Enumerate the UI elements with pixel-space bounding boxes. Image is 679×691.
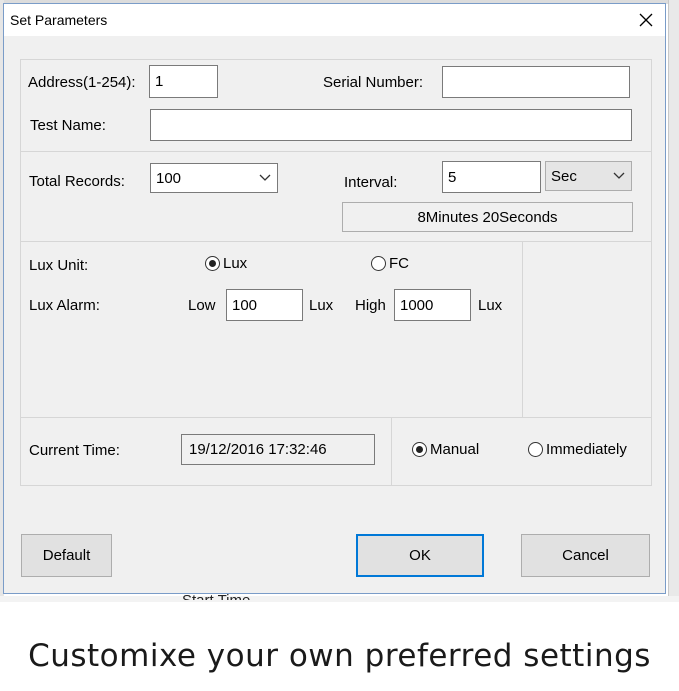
interval-label: Interval: xyxy=(344,174,398,191)
interval-unit-select[interactable]: Sec xyxy=(545,161,632,191)
time-group-divider xyxy=(391,417,392,486)
lux-unit-option-lux: Lux xyxy=(223,255,248,272)
lux-unit-radio-lux[interactable]: Lux xyxy=(205,255,247,272)
radio-unselected-icon xyxy=(528,442,543,457)
mode-option-manual: Manual xyxy=(430,441,480,458)
duration-readout: 8Minutes 20Seconds xyxy=(342,202,633,232)
radio-selected-icon xyxy=(412,442,427,457)
radio-unselected-icon xyxy=(371,256,386,271)
background-window-edge-right xyxy=(668,0,679,600)
high-alarm-input[interactable] xyxy=(394,289,471,321)
ok-button[interactable]: OK xyxy=(356,534,484,577)
high-alarm-unit: Lux xyxy=(478,297,503,314)
total-records-value: 100 xyxy=(156,169,182,187)
mode-radio-immediately[interactable]: Immediately xyxy=(528,441,627,458)
promo-caption: Customixe your own preferred settings xyxy=(28,638,651,674)
radio-selected-icon xyxy=(205,256,220,271)
lux-settings-group xyxy=(20,241,652,418)
low-alarm-input[interactable] xyxy=(226,289,303,321)
lux-unit-option-fc: FC xyxy=(389,255,409,272)
background-window-bottom xyxy=(0,596,679,602)
total-records-select[interactable]: 100 xyxy=(150,163,278,193)
interval-input[interactable] xyxy=(442,161,541,193)
test-name-input[interactable] xyxy=(150,109,632,141)
lux-unit-label: Lux Unit: xyxy=(29,257,89,274)
set-parameters-dialog: Set Parameters Address(1-254): Serial Nu… xyxy=(3,3,666,594)
low-alarm-unit: Lux xyxy=(309,297,334,314)
default-button[interactable]: Default xyxy=(21,534,112,577)
total-records-label: Total Records: xyxy=(29,173,125,190)
lux-alarm-label: Lux Alarm: xyxy=(29,297,100,314)
address-input[interactable] xyxy=(149,65,218,98)
serial-number-input[interactable] xyxy=(442,66,630,98)
cancel-button[interactable]: Cancel xyxy=(521,534,650,577)
dialog-titlebar: Set Parameters xyxy=(4,4,665,36)
mode-option-immediately: Immediately xyxy=(546,441,627,458)
current-time-display: 19/12/2016 17:32:46 xyxy=(181,434,375,465)
chevron-down-icon xyxy=(259,174,271,181)
serial-number-label: Serial Number: xyxy=(323,74,424,91)
address-label: Address(1-254): xyxy=(28,74,136,91)
dialog-title: Set Parameters xyxy=(10,12,108,28)
lux-unit-radio-fc[interactable]: FC xyxy=(371,255,409,272)
test-name-label: Test Name: xyxy=(30,117,106,134)
interval-unit-value: Sec xyxy=(551,167,577,185)
chevron-down-icon xyxy=(613,172,625,179)
current-time-label: Current Time: xyxy=(29,442,120,459)
mode-radio-manual[interactable]: Manual xyxy=(412,441,479,458)
close-icon xyxy=(639,13,653,27)
close-button[interactable] xyxy=(630,6,662,34)
low-alarm-label: Low xyxy=(188,297,216,314)
high-alarm-label: High xyxy=(355,297,386,314)
lux-group-divider xyxy=(522,241,523,418)
